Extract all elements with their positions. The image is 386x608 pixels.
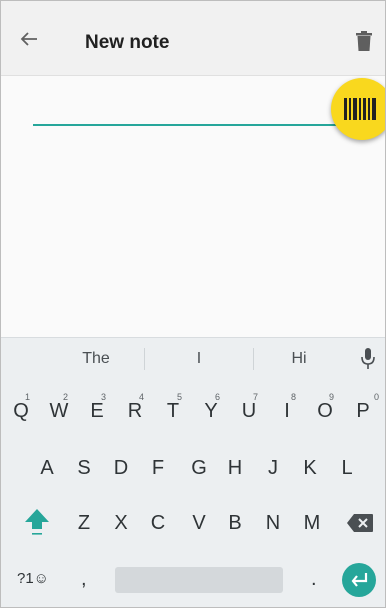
scan-barcode-button[interactable] — [331, 78, 385, 140]
page-title: New note — [85, 32, 170, 53]
suggestion-item[interactable]: Hi — [259, 350, 339, 368]
shift-icon — [25, 509, 49, 535]
note-editor — [1, 76, 385, 337]
key-p[interactable]: P — [346, 400, 380, 423]
key-hint: 2 — [63, 392, 69, 402]
trash-icon — [356, 31, 372, 51]
key-hint: 9 — [329, 392, 335, 402]
key-s[interactable]: S — [67, 457, 101, 480]
key-c[interactable]: C — [141, 512, 175, 535]
key-hint: 6 — [215, 392, 221, 402]
backspace-key[interactable] — [346, 513, 374, 533]
spacebar[interactable] — [115, 567, 283, 593]
delete-button[interactable] — [351, 27, 377, 55]
key-n[interactable]: N — [256, 512, 290, 535]
suggestion-bar: The I Hi — [1, 338, 385, 380]
key-e[interactable]: E — [80, 400, 114, 423]
key-m[interactable]: M — [295, 512, 329, 535]
key-j[interactable]: J — [256, 457, 290, 480]
key-o[interactable]: O — [308, 400, 342, 423]
note-field-underline — [33, 124, 358, 126]
key-y[interactable]: Y — [194, 400, 228, 423]
app-window: New note The I Hi Q 1 W 2 E 3 R 4 T 5 Y … — [0, 0, 386, 608]
key-hint: 3 — [101, 392, 107, 402]
enter-key[interactable] — [342, 563, 376, 597]
backspace-icon — [347, 514, 373, 532]
key-hint: 7 — [253, 392, 259, 402]
key-hint: 5 — [177, 392, 183, 402]
shift-key[interactable] — [23, 507, 51, 537]
key-hint: 8 — [291, 392, 297, 402]
key-q[interactable]: Q — [4, 400, 38, 423]
key-b[interactable]: B — [218, 512, 252, 535]
key-r[interactable]: R — [118, 400, 152, 423]
suggestion-item[interactable]: The — [56, 350, 136, 368]
key-hint: 4 — [139, 392, 145, 402]
key-hint: 0 — [374, 392, 380, 402]
symbols-key[interactable]: ?1☺ — [17, 570, 49, 587]
app-bar: New note — [1, 1, 385, 76]
key-i[interactable]: I — [270, 400, 304, 423]
key-k[interactable]: K — [293, 457, 327, 480]
period-key[interactable]: . — [311, 568, 317, 591]
mic-icon — [361, 348, 375, 369]
enter-icon — [351, 573, 368, 587]
key-v[interactable]: V — [182, 512, 216, 535]
key-x[interactable]: X — [104, 512, 138, 535]
key-d[interactable]: D — [104, 457, 138, 480]
voice-input-button[interactable] — [357, 347, 379, 371]
back-button[interactable] — [15, 25, 43, 53]
barcode-icon — [344, 98, 376, 120]
key-t[interactable]: T — [156, 400, 190, 423]
key-g[interactable]: G — [182, 457, 216, 480]
key-l[interactable]: L — [330, 457, 364, 480]
suggestion-divider — [144, 348, 145, 370]
suggestion-divider — [253, 348, 254, 370]
key-z[interactable]: Z — [67, 512, 101, 535]
comma-key[interactable]: , — [81, 568, 87, 591]
key-h[interactable]: H — [218, 457, 252, 480]
key-w[interactable]: W — [42, 400, 76, 423]
arrow-left-icon — [20, 32, 37, 46]
note-text-field[interactable] — [33, 102, 358, 124]
key-a[interactable]: A — [30, 457, 64, 480]
soft-keyboard: The I Hi Q 1 W 2 E 3 R 4 T 5 Y 6 U 7 I 8… — [1, 337, 385, 607]
key-f[interactable]: F — [141, 457, 175, 480]
key-hint: 1 — [25, 392, 31, 402]
suggestion-item[interactable]: I — [159, 350, 239, 368]
key-u[interactable]: U — [232, 400, 266, 423]
